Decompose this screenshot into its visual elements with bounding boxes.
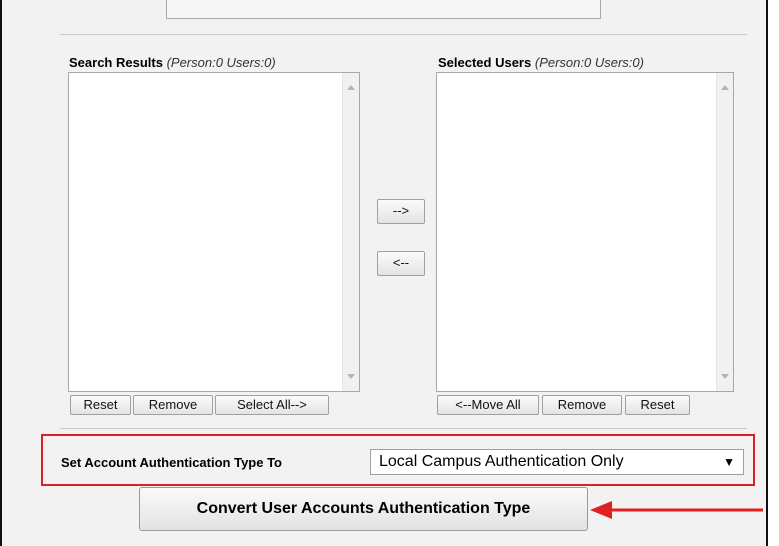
chevron-down-icon: ▼ [723, 455, 735, 469]
add-selected-button[interactable]: --> [377, 199, 425, 224]
divider-bottom [60, 428, 747, 429]
selected-remove-button[interactable]: Remove [542, 395, 622, 415]
auth-type-value: Local Campus Authentication Only [379, 453, 624, 470]
selected-users-counts: (Person:0 Users:0) [534, 55, 644, 70]
auth-type-label: Set Account Authentication Type To [61, 455, 282, 470]
selected-users-label: Selected Users [438, 55, 532, 70]
selected-reset-button[interactable]: Reset [625, 395, 690, 415]
convert-button[interactable]: Convert User Accounts Authentication Typ… [139, 487, 588, 531]
search-results-list[interactable] [68, 72, 360, 392]
search-results-title: Search Results (Person:0 Users:0) [69, 55, 276, 70]
search-remove-button[interactable]: Remove [133, 395, 213, 415]
page-margin [768, 0, 779, 546]
scroll-down-icon[interactable] [721, 374, 729, 379]
top-panel-bottom [166, 0, 601, 19]
search-results-scrollbar[interactable] [342, 73, 359, 391]
selected-users-scrollbar[interactable] [716, 73, 733, 391]
selected-users-list[interactable] [436, 72, 734, 392]
auth-type-select[interactable]: Local Campus Authentication Only ▼ [370, 449, 744, 475]
selected-users-title: Selected Users (Person:0 Users:0) [438, 55, 644, 70]
remove-selected-button[interactable]: <-- [377, 251, 425, 276]
search-reset-button[interactable]: Reset [70, 395, 131, 415]
scroll-up-icon[interactable] [347, 85, 355, 90]
scroll-down-icon[interactable] [347, 374, 355, 379]
move-all-button[interactable]: <--Move All [437, 395, 539, 415]
scroll-up-icon[interactable] [721, 85, 729, 90]
arrow-pointer-icon [590, 501, 763, 519]
select-all-button[interactable]: Select All--> [215, 395, 329, 415]
search-results-counts: (Person:0 Users:0) [166, 55, 276, 70]
search-results-label: Search Results [69, 55, 163, 70]
window-left-edge [0, 0, 2, 546]
divider-top [60, 34, 747, 35]
